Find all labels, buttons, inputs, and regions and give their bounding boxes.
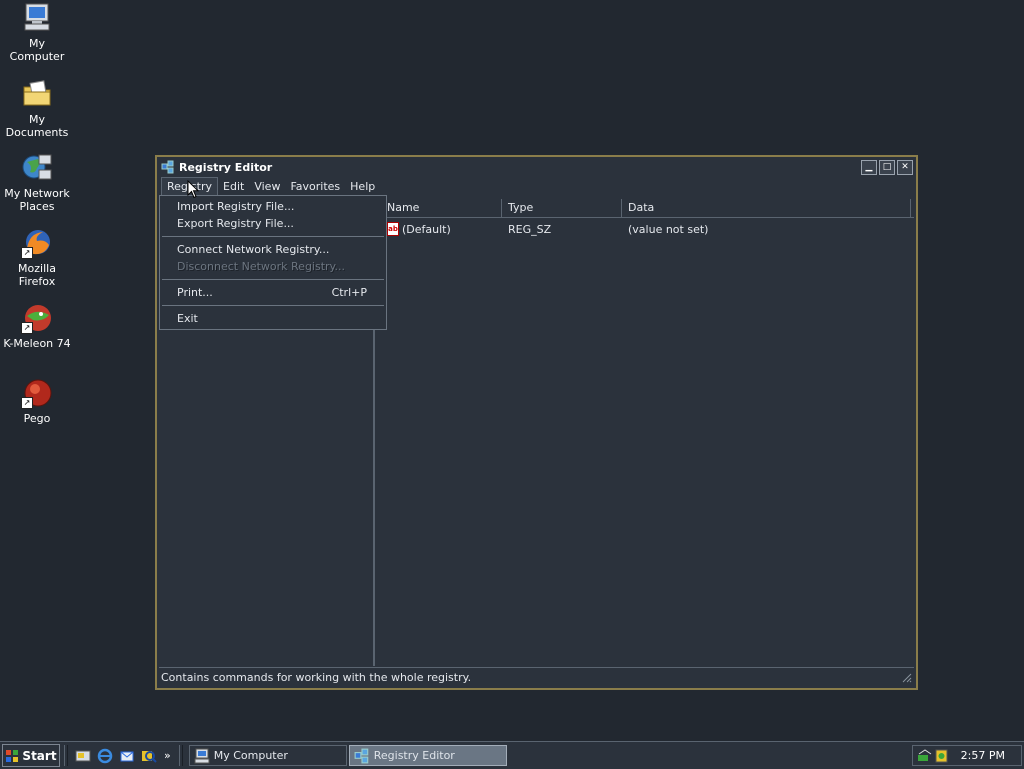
desktop-icon-label: K-Meleon 74 — [3, 337, 71, 350]
minimize-icon: ▁ — [865, 161, 873, 172]
column-header-type[interactable]: Type — [502, 199, 622, 217]
value-type: REG_SZ — [508, 222, 552, 236]
column-header-name[interactable]: Name — [377, 199, 502, 217]
menu-item-import-registry-file[interactable]: Import Registry File... — [160, 198, 386, 215]
desktop-icon-pego[interactable]: ↗ Pego — [0, 377, 74, 425]
column-header-data[interactable]: Data — [622, 199, 911, 217]
system-tray: 2:57 PM — [912, 745, 1022, 766]
desktop-icon-mozilla-firefox[interactable]: ↗ Mozilla Firefox — [0, 227, 74, 288]
menu-favorites[interactable]: Favorites — [285, 178, 345, 195]
security-tray-icon[interactable] — [933, 748, 949, 764]
folder-documents-icon — [21, 78, 53, 110]
menu-separator — [162, 236, 384, 237]
mouse-cursor-icon — [187, 180, 199, 199]
menu-separator — [162, 305, 384, 306]
outlook-express-icon[interactable] — [119, 748, 135, 764]
window-title: Registry Editor — [179, 160, 273, 174]
desktop-icon-label: Mozilla Firefox — [18, 262, 56, 288]
menu-item-exit[interactable]: Exit — [160, 310, 386, 327]
internet-explorer-icon[interactable] — [97, 748, 113, 764]
maximize-button[interactable]: □ — [879, 159, 895, 175]
desktop-icon-label: Pego — [23, 412, 51, 425]
show-desktop-icon[interactable] — [75, 748, 91, 764]
maximize-icon: □ — [882, 161, 892, 172]
table-row[interactable]: ab (Default) REG_SZ (value not set) — [377, 219, 914, 239]
task-button-registry-editor[interactable]: Registry Editor — [348, 745, 507, 766]
network-tray-icon[interactable] — [917, 748, 933, 764]
desktop-icon-label: My Documents — [5, 113, 69, 139]
computer-icon — [194, 748, 210, 763]
windows-logo-icon — [6, 749, 19, 762]
menu-help[interactable]: Help — [345, 178, 380, 195]
string-value-icon: ab — [387, 222, 399, 236]
menu-separator — [162, 279, 384, 280]
search-icon[interactable] — [141, 748, 157, 764]
close-button[interactable]: ✕ — [897, 159, 913, 175]
shortcut-arrow-icon: ↗ — [21, 397, 33, 409]
taskbar-separator — [64, 745, 68, 766]
task-button-my-computer[interactable]: My Computer — [188, 745, 347, 766]
list-header: Name Type Data — [377, 199, 914, 218]
desktop-icon-my-network-places[interactable]: My Network Places — [0, 152, 74, 213]
desktop-icon-label: My Computer — [9, 37, 65, 63]
resize-grip-icon[interactable] — [900, 671, 912, 683]
start-button[interactable]: Start — [2, 744, 60, 767]
clock[interactable]: 2:57 PM — [961, 749, 1005, 762]
minimize-button[interactable]: ▁ — [861, 159, 877, 175]
k-meleon-icon: ↗ — [21, 302, 53, 334]
menu-item-print[interactable]: Print... Ctrl+P — [160, 284, 386, 301]
taskbar: Start » My Computer Registry Editor 2:57… — [0, 741, 1024, 769]
firefox-icon: ↗ — [21, 227, 53, 259]
menu-item-disconnect-network-registry: Disconnect Network Registry... — [177, 260, 345, 273]
registry-editor-icon — [354, 748, 369, 763]
value-data: (value not set) — [628, 222, 709, 236]
values-list-pane[interactable]: Name Type Data ab (Default) REG_SZ (valu… — [377, 197, 914, 666]
menu-edit[interactable]: Edit — [218, 178, 249, 195]
close-icon: ✕ — [901, 161, 909, 172]
print-shortcut: Ctrl+P — [331, 286, 367, 299]
desktop-icon-k-meleon[interactable]: ↗ K-Meleon 74 — [0, 302, 74, 350]
status-text: Contains commands for working with the w… — [161, 670, 472, 684]
shortcut-arrow-icon: ↗ — [21, 322, 33, 334]
start-label: Start — [22, 748, 57, 763]
quick-launch-more-button[interactable]: » — [164, 749, 171, 762]
registry-menu-dropdown: Import Registry File... Export Registry … — [159, 195, 387, 330]
registry-editor-icon — [161, 160, 174, 174]
desktop-icon-my-computer[interactable]: My Computer — [0, 2, 74, 63]
desktop-icon-label: My Network Places — [4, 187, 70, 213]
menu-bar: Registry Edit View Favorites Help — [157, 177, 916, 196]
value-name: (Default) — [402, 222, 451, 236]
pego-icon: ↗ — [21, 377, 53, 409]
status-bar: Contains commands for working with the w… — [159, 667, 914, 686]
menu-item-connect-network-registry[interactable]: Connect Network Registry... — [160, 241, 386, 258]
shortcut-arrow-icon: ↗ — [21, 247, 33, 259]
taskbar-separator — [178, 745, 183, 766]
network-globe-icon — [21, 152, 53, 184]
computer-icon — [21, 2, 53, 34]
menu-item-export-registry-file[interactable]: Export Registry File... — [160, 215, 386, 232]
menu-view[interactable]: View — [249, 178, 285, 195]
title-bar[interactable]: Registry Editor ▁ □ ✕ — [157, 157, 916, 177]
desktop-icon-my-documents[interactable]: My Documents — [0, 78, 74, 139]
